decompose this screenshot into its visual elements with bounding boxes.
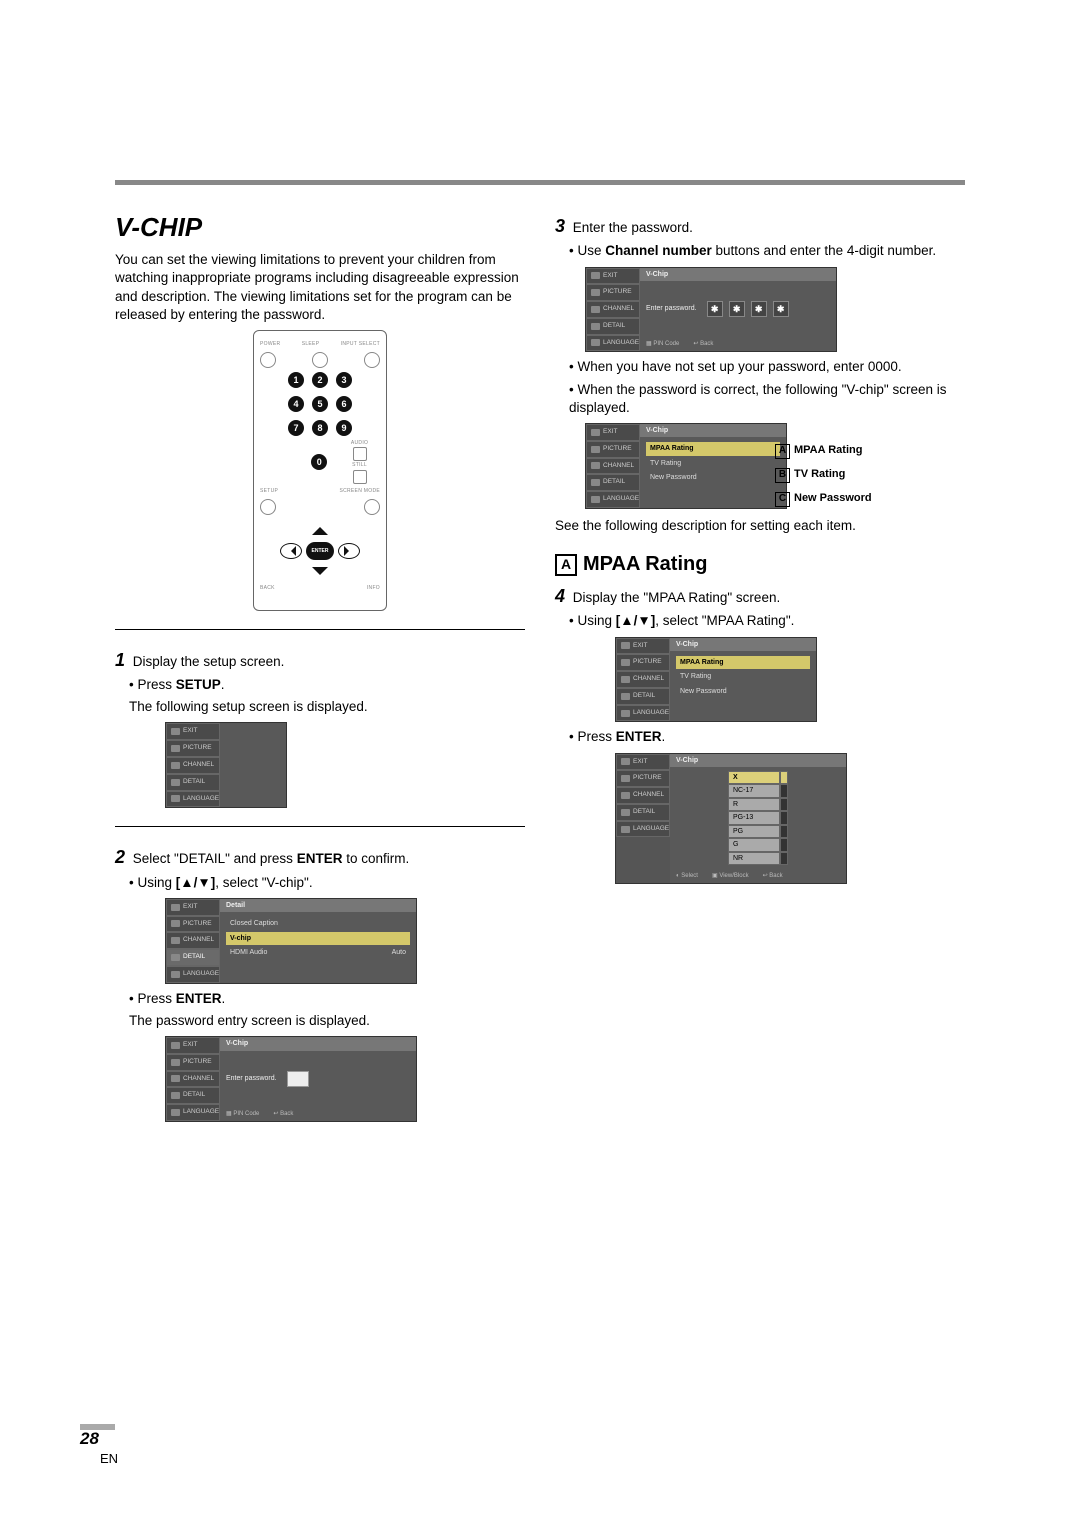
num-5: 5 [312, 396, 328, 412]
step-4-bullet2: • Press ENTER. [569, 728, 965, 746]
step-number: 1 [115, 650, 125, 670]
osd-item-mpaa: MPAA Rating [646, 442, 780, 455]
note-default-pw: • When you have not set up your password… [569, 358, 965, 376]
step-1-note: The following setup screen is displayed. [129, 698, 525, 716]
sleep-button [312, 352, 328, 368]
num-4: 4 [288, 396, 304, 412]
osd-tab-channel: CHANNEL [166, 757, 220, 774]
remote-label-info: INFO [367, 585, 380, 592]
step-3-bullet: • Use Channel number buttons and enter t… [569, 242, 965, 260]
num-2: 2 [312, 372, 328, 388]
num-9: 9 [336, 420, 352, 436]
remote-label-back: BACK [260, 585, 275, 592]
osd-item-cc: Closed Caption [226, 917, 410, 930]
num-1: 1 [288, 372, 304, 388]
osd-detail-menu: EXIT PICTURE CHANNEL DETAIL LANGUAGE Det… [165, 898, 417, 984]
nav-down-icon [312, 567, 328, 583]
nav-left-icon [280, 543, 302, 559]
osd-mpaa-ratings: EXIT PICTURE CHANNEL DETAIL LANGUAGE V-C… [615, 753, 847, 885]
osd-password-prompt: Enter password. [226, 1074, 277, 1083]
top-rule [115, 180, 965, 185]
osd-item-newpw: New Password [646, 471, 780, 484]
divider [115, 826, 525, 827]
pin-field [287, 1071, 309, 1087]
num-6: 6 [336, 396, 352, 412]
picture-icon [171, 745, 180, 752]
step-number: 4 [555, 586, 565, 606]
step-1-text: Display the setup screen. [133, 654, 285, 669]
step-number: 2 [115, 847, 125, 867]
step-2-bullet: • Using [▲/▼], select "V-chip". [129, 874, 525, 892]
osd-title: V-Chip [220, 1037, 416, 1050]
osd-item-hdmi: HDMI AudioAuto [226, 946, 410, 959]
osd-item-vchip: V-chip [226, 932, 410, 945]
osd-item-tv: TV Rating [646, 457, 780, 470]
detail-icon [171, 779, 180, 786]
pin-dots: ✱✱✱✱ [707, 301, 789, 317]
intro-text: You can set the viewing limitations to p… [115, 251, 525, 324]
remote-label-sleep: SLEEP [302, 341, 320, 348]
step-4: 4 Display the "MPAA Rating" screen. [555, 584, 965, 608]
osd-tab-exit: EXIT [166, 723, 220, 740]
step-3: 3 Enter the password. [555, 214, 965, 238]
remote-label-power: POWER [260, 341, 280, 348]
osd-tab-language: LANGUAGE [166, 791, 220, 808]
exit-icon [171, 728, 180, 735]
language-icon [171, 795, 180, 802]
page-number: 28 EN [80, 1424, 118, 1468]
osd-tab-picture: PICTURE [166, 740, 220, 757]
audio-button [353, 447, 367, 461]
osd-vchip-menu-2: EXIT PICTURE CHANNEL DETAIL LANGUAGE V-C… [615, 637, 817, 723]
osd-password-filled: EXIT PICTURE CHANNEL DETAIL LANGUAGE V-C… [585, 267, 837, 353]
remote-label-screen: SCREEN MODE [339, 488, 380, 495]
note-correct-pw: • When the password is correct, the foll… [569, 381, 965, 417]
osd-vchip-callout: EXIT PICTURE CHANNEL DETAIL LANGUAGE V-C… [555, 423, 965, 509]
enter-button: ENTER [306, 542, 334, 560]
divider [115, 629, 525, 630]
num-7: 7 [288, 420, 304, 436]
number-pad: 1 2 3 4 5 6 7 8 9 [260, 372, 380, 436]
step-4-bullet: • Using [▲/▼], select "MPAA Rating". [569, 612, 965, 630]
remote-label-still: STILL [352, 462, 367, 469]
step-2-note2: The password entry screen is displayed. [129, 1012, 525, 1030]
osd-title: Detail [220, 899, 416, 912]
left-column: V-CHIP You can set the viewing limitatio… [115, 210, 525, 1128]
nav-right-icon [338, 543, 360, 559]
nav-up-icon [312, 519, 328, 535]
section-heading: V-CHIP [115, 210, 525, 245]
step-3-text: Enter the password. [573, 220, 693, 235]
nav-pad: ENTER [280, 521, 360, 581]
rating-list: X NC-17 R PG-13 PG G NR [728, 771, 788, 865]
step-2: 2 Select "DETAIL" and press ENTER to con… [115, 845, 525, 869]
step-2-bullet2: • Press ENTER. [129, 990, 525, 1008]
setup-button [260, 499, 276, 515]
num-8: 8 [312, 420, 328, 436]
right-column: 3 Enter the password. • Use Channel numb… [555, 210, 965, 1128]
channel-icon [171, 762, 180, 769]
step-1: 1 Display the setup screen. [115, 648, 525, 672]
step-1-bullet: • Press SETUP. [129, 676, 525, 694]
num-0: 0 [311, 454, 327, 470]
power-button [260, 352, 276, 368]
remote-illustration: POWER SLEEP INPUT SELECT 1 2 3 4 5 6 7 [253, 330, 387, 611]
remote-label-audio: AUDIO [351, 440, 368, 447]
step-number: 3 [555, 216, 565, 236]
osd-setup-empty: EXIT PICTURE CHANNEL DETAIL LANGUAGE [165, 722, 287, 808]
callout-labels: AMPAA Rating BTV Rating CNew Password [775, 435, 872, 515]
screen-button [364, 499, 380, 515]
still-button [353, 470, 367, 484]
input-button [364, 352, 380, 368]
remote-label-input: INPUT SELECT [341, 341, 380, 348]
subhead-mpaa: AMPAA Rating [555, 551, 965, 578]
osd-password-entry: EXIT PICTURE CHANNEL DETAIL LANGUAGE V-C… [165, 1036, 417, 1122]
osd-tab-detail: DETAIL [166, 774, 220, 791]
remote-label-setup: SETUP [260, 488, 278, 495]
see-text: See the following description for settin… [555, 517, 965, 535]
num-3: 3 [336, 372, 352, 388]
